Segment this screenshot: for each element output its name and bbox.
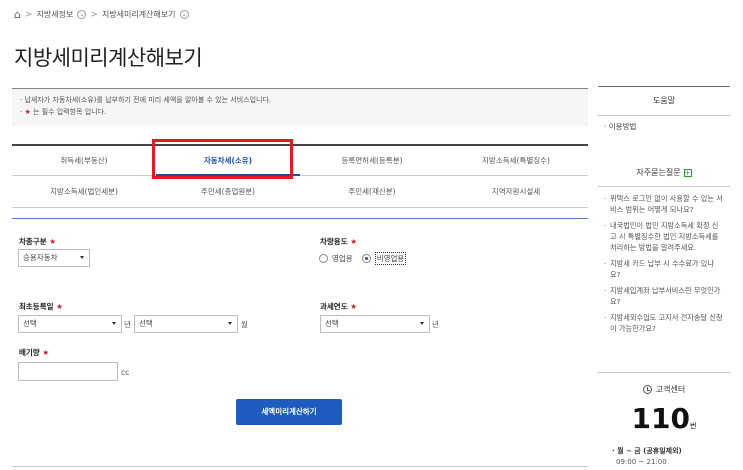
chevron-down-icon[interactable]: ⌄	[179, 10, 189, 19]
required-mark-icon: ★	[350, 237, 357, 246]
tab-local-income-tax-withholding[interactable]: 지방소득세(특별징수)	[444, 146, 588, 175]
chevron-down-icon[interactable]: ⌄	[77, 10, 87, 19]
faq-item[interactable]: 지방세외수입도 고지서 전자송달 신청이 가능한가요?	[604, 312, 724, 334]
faq-title: 자주묻는질문 +	[598, 167, 730, 187]
calculate-tax-button[interactable]: 세액미리계산하기	[236, 399, 342, 425]
required-mark-icon: ★	[56, 302, 63, 311]
faq-list: 위택스 로그인 없이 사용할 수 있는 서비스 범위는 어떻게 되나요? 내국법…	[598, 187, 730, 334]
help-title: 도움말	[598, 86, 730, 116]
faq-item[interactable]: 지방세입계좌 납부서비스란 무엇인가요?	[604, 285, 724, 307]
required-mark-icon: ★	[49, 237, 56, 246]
tab-row: 지방소득세(법인세분) 주민세(종업원분) 주민세(재산분) 지역자원시설세	[12, 176, 588, 208]
plus-icon[interactable]: +	[683, 168, 692, 177]
customer-center-hours: 09:00 ~ 21:00	[616, 458, 667, 466]
page-title: 지방세미리계산해보기	[14, 46, 203, 70]
tax-type-tabs: 취득세(부동산) 자동차세(소유) 등록면허세(등록분) 지방소득세(특별징수)…	[12, 144, 588, 208]
breadcrumb-item-local-tax-info[interactable]: 지방세정보	[37, 9, 74, 20]
breadcrumb: ⌂ > 지방세정보 ⌄ > 지방세미리계산해보기 ⌄	[14, 9, 189, 20]
vehicle-use-radio-group: 영업용 비영업용	[319, 252, 411, 265]
tab-regional-resource-tax[interactable]: 지역자원시설세	[444, 176, 588, 207]
tab-acquisition-tax[interactable]: 취득세(부동산)	[12, 146, 156, 175]
notice-line: · 납세자가 자동차세(소유)를 납부하기 전에 미리 세액을 알아볼 수 있는…	[20, 96, 272, 104]
divider	[598, 372, 730, 373]
faq-item[interactable]: 지방세 카드 납부 시 수수료가 있나요?	[604, 258, 724, 280]
vehicle-use-label: 차량용도 ★	[320, 237, 357, 246]
clock-icon	[642, 385, 652, 394]
dropdown-arrow-icon	[420, 322, 424, 325]
vehicle-type-label: 차종구분 ★	[19, 237, 56, 246]
divider	[12, 466, 588, 467]
displacement-unit: cc	[121, 368, 130, 377]
usage-guide-link[interactable]: · 이용방법	[598, 116, 730, 137]
vehicle-type-select[interactable]: 승용자동차	[18, 249, 90, 267]
customer-center-number: 110번	[631, 402, 697, 435]
radio-non-commercial[interactable]	[361, 254, 371, 263]
dropdown-arrow-icon	[228, 322, 232, 325]
required-mark-icon: ★	[42, 348, 50, 357]
radio-commercial[interactable]	[319, 254, 328, 263]
tab-vehicle-tax[interactable]: 자동차세(소유)	[156, 146, 300, 176]
registration-year-select[interactable]: 선택	[18, 315, 122, 333]
tab-row: 취득세(부동산) 자동차세(소유) 등록면허세(등록분) 지방소득세(특별징수)	[12, 144, 588, 176]
tax-year-unit: 년	[432, 320, 439, 329]
faq-item[interactable]: 내국법인이 법인 지방소득세 확정 신고 시 특별징수한 법인 지방소득세를 처…	[604, 220, 724, 253]
breadcrumb-item-calculator[interactable]: 지방세미리계산해보기	[102, 9, 176, 20]
first-registration-label: 최초등록일 ★	[19, 302, 63, 311]
month-unit: 월	[241, 320, 248, 329]
notice-box: · 납세자가 자동차세(소유)를 납부하기 전에 미리 세액을 알아볼 수 있는…	[12, 88, 588, 126]
radio-commercial-label[interactable]: 영업용	[332, 253, 353, 264]
chevron-right-icon: >	[90, 9, 98, 20]
dropdown-arrow-icon	[112, 322, 116, 325]
tab-resident-tax-employee[interactable]: 주민세(종업원분)	[156, 176, 300, 207]
faq-item[interactable]: 위택스 로그인 없이 사용할 수 있는 서비스 범위는 어떻게 되나요?	[604, 193, 724, 215]
chevron-right-icon: >	[24, 9, 33, 20]
required-mark-icon: ★	[350, 302, 357, 311]
tax-year-select[interactable]: 선택	[320, 315, 430, 333]
divider	[12, 218, 588, 219]
displacement-label: 배기량 ★	[19, 348, 50, 357]
sidebar: 도움말 · 이용방법 자주묻는질문+ 위택스 로그인 없이 사용할 수 있는 서…	[598, 86, 730, 339]
radio-non-commercial-label[interactable]: 비영업용	[374, 252, 407, 265]
tab-registration-license-tax[interactable]: 등록면허세(등록분)	[300, 146, 444, 175]
notice-line: · ★ 는 필수 입력항목 입니다.	[20, 108, 107, 116]
customer-center-days: · 월 ~ 금 (공휴일제외)	[612, 447, 682, 455]
dropdown-arrow-icon	[80, 256, 84, 259]
displacement-input[interactable]	[18, 362, 118, 381]
home-icon[interactable]: ⌂	[14, 9, 21, 20]
year-unit: 년	[124, 320, 131, 329]
customer-center-title: 고객센터	[598, 384, 730, 395]
registration-month-select[interactable]: 선택	[134, 315, 238, 333]
tab-local-income-tax-corporate[interactable]: 지방소득세(법인세분)	[12, 176, 156, 207]
tax-year-label: 과세연도 ★	[320, 302, 357, 311]
tab-resident-tax-property[interactable]: 주민세(재산분)	[300, 176, 444, 207]
